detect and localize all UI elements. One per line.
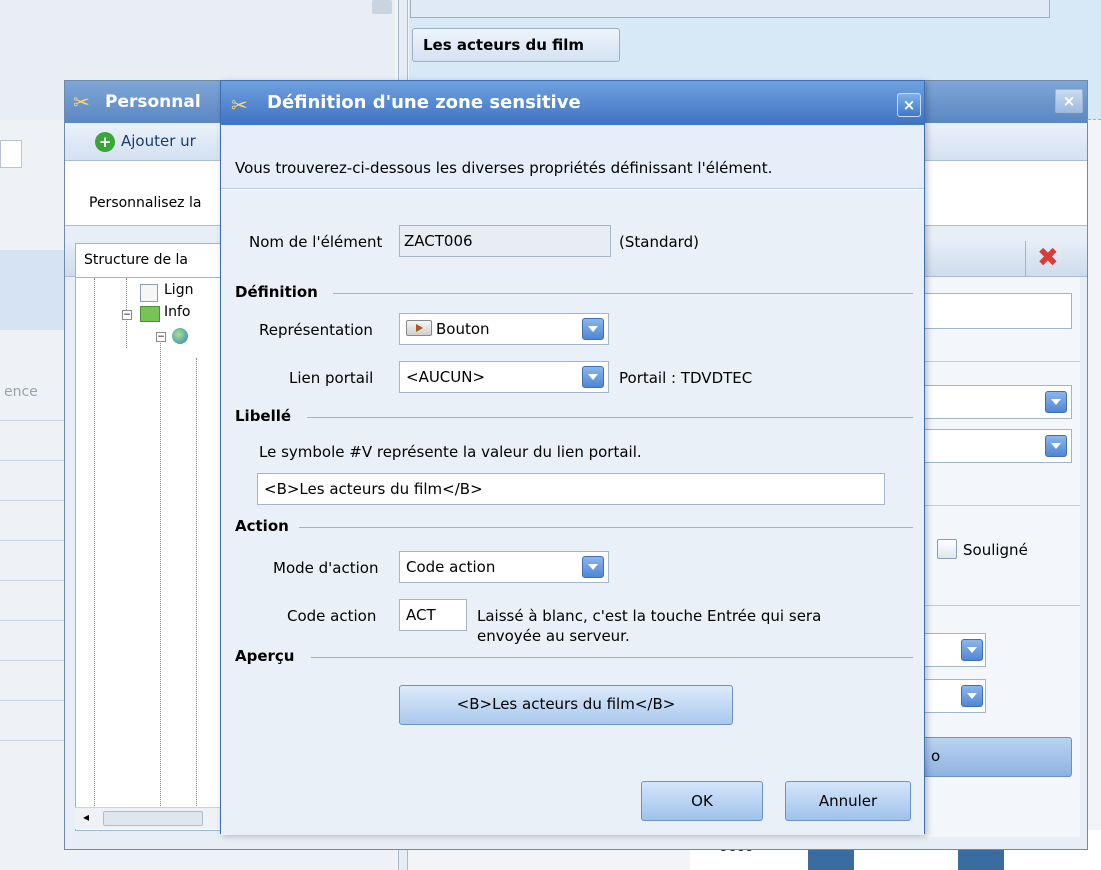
chevron-down-icon[interactable]: [1045, 435, 1067, 457]
dialog-subtitle: Vous trouverez-ci-dessous les diverses p…: [235, 159, 773, 177]
section-action: Action: [235, 517, 289, 535]
background-chart-bar: [958, 850, 1004, 870]
chevron-down-icon[interactable]: [961, 685, 983, 707]
button-type-icon: [406, 319, 432, 336]
name-label: Nom de l'élément: [249, 233, 383, 251]
representation-label: Représentation: [259, 321, 373, 339]
chevron-down-icon[interactable]: [582, 366, 604, 388]
tree-guide: [160, 338, 161, 808]
code-input[interactable]: ACT: [399, 599, 467, 631]
section-divider: [307, 417, 913, 418]
code-note-line1: Laissé à blanc, c'est la touche Entrée q…: [477, 607, 822, 625]
underline-label: Souligné: [963, 541, 1028, 559]
scrollbar-thumb[interactable]: [103, 811, 203, 826]
background-chart-bar: [808, 850, 854, 870]
name-note: (Standard): [619, 233, 699, 251]
zone-sensitive-dialog: Définition d'une zone sensitive ✂ × Vous…: [220, 80, 925, 835]
tree-horizontal-scrollbar[interactable]: ◂: [75, 807, 225, 829]
chevron-down-icon[interactable]: [1045, 391, 1067, 413]
cancel-button[interactable]: Annuler: [785, 781, 911, 821]
representation-select[interactable]: Bouton: [399, 313, 609, 345]
tree-item-info[interactable]: Info: [164, 304, 191, 320]
properties-field[interactable]: [920, 293, 1072, 329]
line-item-icon: [140, 284, 158, 302]
scroll-left-icon[interactable]: ◂: [83, 810, 89, 824]
properties-divider: [920, 605, 1080, 606]
libelle-hint: Le symbole #V représente la valeur du li…: [259, 443, 642, 461]
section-divider: [333, 293, 913, 294]
tools-icon: ✂: [231, 93, 248, 117]
properties-divider: [920, 361, 1080, 362]
add-icon[interactable]: +: [95, 132, 115, 152]
personnalisation-close-button[interactable]: ×: [1055, 89, 1083, 113]
tree-guide: [94, 278, 95, 808]
background-column-label: ence: [4, 384, 38, 400]
chevron-down-icon[interactable]: [582, 556, 604, 578]
link-value: <AUCUN>: [406, 368, 486, 386]
personnalisation-title: Personnal: [105, 92, 201, 112]
add-button[interactable]: Ajouter ur: [121, 132, 196, 150]
properties-divider: [920, 505, 1080, 506]
structure-tree: Lign − Info −: [75, 277, 225, 831]
code-note-line2: envoyée au serveur.: [477, 627, 630, 645]
tree-item-lign[interactable]: Lign: [164, 282, 193, 298]
section-apercu: Aperçu: [235, 647, 295, 665]
tree-guide: [196, 358, 197, 808]
background-preview-frame: [410, 0, 1050, 18]
libelle-input[interactable]: <B>Les acteurs du film</B>: [257, 473, 885, 505]
portal-note: Portail : TDVDTEC: [619, 369, 753, 387]
properties-button-label: o: [931, 747, 941, 765]
mode-label: Mode d'action: [273, 559, 379, 577]
dialog-header: [221, 125, 924, 189]
link-select[interactable]: <AUCUN>: [399, 361, 609, 393]
mode-select[interactable]: Code action: [399, 551, 609, 583]
tree-collapse-icon[interactable]: −: [156, 332, 166, 342]
background-scrollbar-thumb[interactable]: [372, 0, 392, 14]
background-input[interactable]: [0, 140, 22, 168]
underline-checkbox[interactable]: [937, 539, 957, 559]
chevron-down-icon[interactable]: [961, 639, 983, 661]
delete-icon[interactable]: ✖: [1037, 243, 1059, 273]
tree-collapse-icon[interactable]: −: [122, 310, 132, 320]
name-field: ZACT006: [399, 225, 611, 257]
preview-button[interactable]: <B>Les acteurs du film</B>: [399, 685, 733, 725]
section-divider: [311, 657, 913, 658]
section-definition: Définition: [235, 283, 318, 301]
dialog-titlebar: Définition d'une zone sensitive: [221, 81, 924, 125]
tab-structure[interactable]: Structure de la: [75, 243, 225, 277]
background-film-button[interactable]: Les acteurs du film: [412, 28, 620, 62]
section-libelle: Libellé: [235, 407, 292, 425]
mode-value: Code action: [406, 558, 496, 576]
tools-icon: ✂: [73, 90, 90, 114]
ok-button[interactable]: OK: [641, 781, 763, 821]
close-icon[interactable]: ×: [897, 93, 921, 117]
representation-value: Bouton: [436, 320, 490, 338]
properties-button[interactable]: o: [920, 737, 1072, 777]
globe-icon: [172, 328, 188, 344]
personnalisation-description: Personnalisez la: [89, 195, 202, 211]
dialog-title: Définition d'une zone sensitive: [267, 92, 581, 113]
folder-icon: [140, 306, 160, 322]
chevron-down-icon[interactable]: [582, 318, 604, 340]
section-divider: [299, 527, 913, 528]
link-label: Lien portail: [289, 369, 374, 387]
dialog-body: [221, 190, 924, 835]
tab-divider: [1025, 241, 1026, 277]
code-label: Code action: [287, 607, 377, 625]
